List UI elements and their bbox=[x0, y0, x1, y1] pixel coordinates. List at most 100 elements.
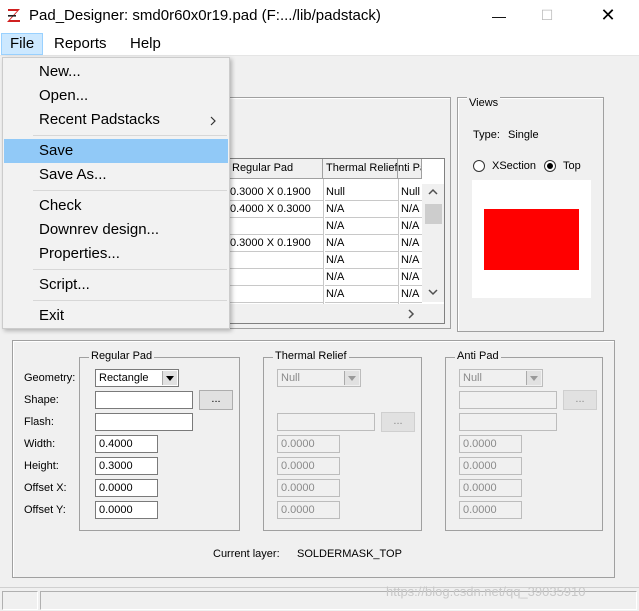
cell-thermal-relief: N/A bbox=[325, 252, 398, 269]
thermal-relief-offset-x-input[interactable]: 0.0000 bbox=[277, 479, 340, 497]
minimize-button[interactable]: — bbox=[476, 0, 522, 31]
chevron-down-icon[interactable] bbox=[344, 371, 359, 385]
pad-designer-app-icon bbox=[6, 7, 22, 23]
menu-item-new[interactable]: New... bbox=[4, 60, 228, 84]
height-label: Height: bbox=[24, 460, 59, 472]
scrollbar-thumb[interactable] bbox=[425, 204, 442, 224]
cell-thermal-relief: N/A bbox=[325, 286, 398, 303]
geometry-label: Geometry: bbox=[24, 372, 76, 384]
column-header-thermal-relief[interactable]: Thermal Relief bbox=[323, 159, 398, 179]
regular-pad-width-input[interactable]: 0.4000 bbox=[95, 435, 158, 453]
thermal-relief-geometry-value: Null bbox=[281, 372, 300, 384]
table-row[interactable]: N/A N/A bbox=[229, 286, 422, 303]
scroll-right-icon[interactable] bbox=[407, 309, 415, 319]
table-row[interactable]: N/A N/A bbox=[229, 218, 422, 235]
thermal-relief-height-input[interactable]: 0.0000 bbox=[277, 457, 340, 475]
grid-line bbox=[398, 179, 399, 304]
anti-pad-height-input[interactable]: 0.0000 bbox=[459, 457, 522, 475]
menu-item-exit[interactable]: Exit bbox=[4, 304, 228, 328]
anti-pad-width-input[interactable]: 0.0000 bbox=[459, 435, 522, 453]
watermark-text: https://blog.csdn.net/qq_39035910 bbox=[386, 584, 586, 599]
regular-pad-title: Regular Pad bbox=[89, 350, 155, 362]
xsection-label[interactable]: XSection bbox=[492, 160, 536, 172]
cell-anti-pad: N/A bbox=[400, 235, 422, 252]
column-header-anti-pad[interactable]: nti Pa bbox=[398, 159, 422, 179]
cell-regular-pad bbox=[229, 252, 323, 269]
submenu-arrow-icon bbox=[210, 116, 216, 126]
thermal-relief-shape-input[interactable] bbox=[277, 413, 375, 431]
scroll-up-icon[interactable] bbox=[428, 188, 438, 196]
regular-pad-height-input[interactable]: 0.3000 bbox=[95, 457, 158, 475]
menu-item-open[interactable]: Open... bbox=[4, 84, 228, 108]
thermal-relief-geometry-select[interactable]: Null bbox=[277, 369, 361, 387]
shape-label: Shape: bbox=[24, 394, 59, 406]
table-row[interactable]: N/A N/A bbox=[229, 252, 422, 269]
regular-pad-offset-y-input[interactable]: 0.0000 bbox=[95, 501, 158, 519]
cell-regular-pad bbox=[229, 269, 323, 286]
chevron-down-icon[interactable] bbox=[526, 371, 541, 385]
cell-anti-pad: N/A bbox=[400, 269, 422, 286]
table-row[interactable]: 0.4000 X 0.3000 N/A N/A bbox=[229, 201, 422, 218]
top-label[interactable]: Top bbox=[563, 160, 581, 172]
menu-item-save[interactable]: Save bbox=[4, 139, 228, 163]
thermal-relief-width-input[interactable]: 0.0000 bbox=[277, 435, 340, 453]
cell-thermal-relief: Null bbox=[325, 184, 398, 201]
views-type-label: Type: bbox=[473, 129, 500, 141]
anti-pad-geometry-select[interactable]: Null bbox=[459, 369, 543, 387]
current-layer-value: SOLDERMASK_TOP bbox=[297, 548, 402, 560]
menu-help[interactable]: Help bbox=[122, 33, 169, 55]
cell-thermal-relief: N/A bbox=[325, 235, 398, 252]
width-label: Width: bbox=[24, 438, 56, 450]
menu-separator bbox=[33, 300, 227, 301]
anti-pad-flash-input[interactable] bbox=[459, 413, 557, 431]
layers-table[interactable]: Regular Pad Thermal Relief nti Pa 0.3000… bbox=[228, 158, 445, 324]
top-radio[interactable] bbox=[544, 160, 556, 172]
menu-separator bbox=[33, 135, 227, 136]
table-row[interactable]: 0.3000 X 0.1900 N/A N/A bbox=[229, 235, 422, 252]
anti-pad-shape-input[interactable] bbox=[459, 391, 557, 409]
menu-item-properties[interactable]: Properties... bbox=[4, 242, 228, 266]
grid-line bbox=[323, 179, 324, 304]
regular-pad-shape-browse-button[interactable]: ... bbox=[199, 390, 233, 410]
regular-pad-offset-x-input[interactable]: 0.0000 bbox=[95, 479, 158, 497]
cell-regular-pad: 0.3000 X 0.1900 bbox=[229, 235, 323, 252]
chevron-down-icon[interactable] bbox=[162, 371, 177, 385]
menu-file[interactable]: File bbox=[1, 33, 44, 55]
regular-pad-geometry-select[interactable]: Rectangle bbox=[95, 369, 179, 387]
thermal-relief-browse-button[interactable]: ... bbox=[381, 412, 415, 432]
regular-pad-shape-input[interactable] bbox=[95, 391, 193, 409]
maximize-button[interactable]: ☐ bbox=[524, 0, 570, 31]
menu-item-save-as[interactable]: Save As... bbox=[4, 163, 228, 187]
horizontal-scrollbar[interactable] bbox=[229, 304, 444, 323]
menu-reports[interactable]: Reports bbox=[46, 33, 115, 55]
anti-pad-offset-y-input[interactable]: 0.0000 bbox=[459, 501, 522, 519]
menu-item-check[interactable]: Check bbox=[4, 194, 228, 218]
menu-item-script[interactable]: Script... bbox=[4, 273, 228, 297]
cell-regular-pad bbox=[229, 286, 323, 303]
thermal-relief-offset-y-input[interactable]: 0.0000 bbox=[277, 501, 340, 519]
anti-pad-offset-x-input[interactable]: 0.0000 bbox=[459, 479, 522, 497]
xsection-radio[interactable] bbox=[473, 160, 485, 172]
column-header-regular-pad[interactable]: Regular Pad bbox=[229, 159, 323, 179]
table-row[interactable]: 0.3000 X 0.1900 Null Null bbox=[229, 184, 422, 201]
pad-shape bbox=[484, 209, 579, 270]
scroll-down-icon[interactable] bbox=[428, 288, 438, 296]
close-icon: ✕ bbox=[600, 5, 616, 25]
table-row[interactable]: N/A N/A bbox=[229, 269, 422, 286]
regular-pad-flash-input[interactable] bbox=[95, 413, 193, 431]
window-title: Pad_Designer: smd0r60x0r19.pad (F:.../li… bbox=[29, 7, 381, 24]
anti-pad-browse-button[interactable]: ... bbox=[563, 390, 597, 410]
views-title: Views bbox=[467, 97, 501, 109]
minimize-icon: — bbox=[492, 7, 506, 24]
radio-selected-dot bbox=[547, 163, 553, 169]
menu-item-downrev-design[interactable]: Downrev design... bbox=[4, 218, 228, 242]
anti-pad-geometry-value: Null bbox=[463, 372, 482, 384]
menu-item-recent-padstacks[interactable]: Recent Padstacks bbox=[4, 108, 228, 132]
menu-item-recent-padstacks-label: Recent Padstacks bbox=[39, 111, 160, 128]
close-button[interactable]: ✕ bbox=[585, 0, 631, 31]
cell-thermal-relief: N/A bbox=[325, 218, 398, 235]
cell-anti-pad: N/A bbox=[400, 218, 422, 235]
vertical-scrollbar[interactable] bbox=[422, 184, 444, 302]
thermal-relief-title: Thermal Relief bbox=[273, 350, 349, 362]
menu-separator bbox=[33, 190, 227, 191]
